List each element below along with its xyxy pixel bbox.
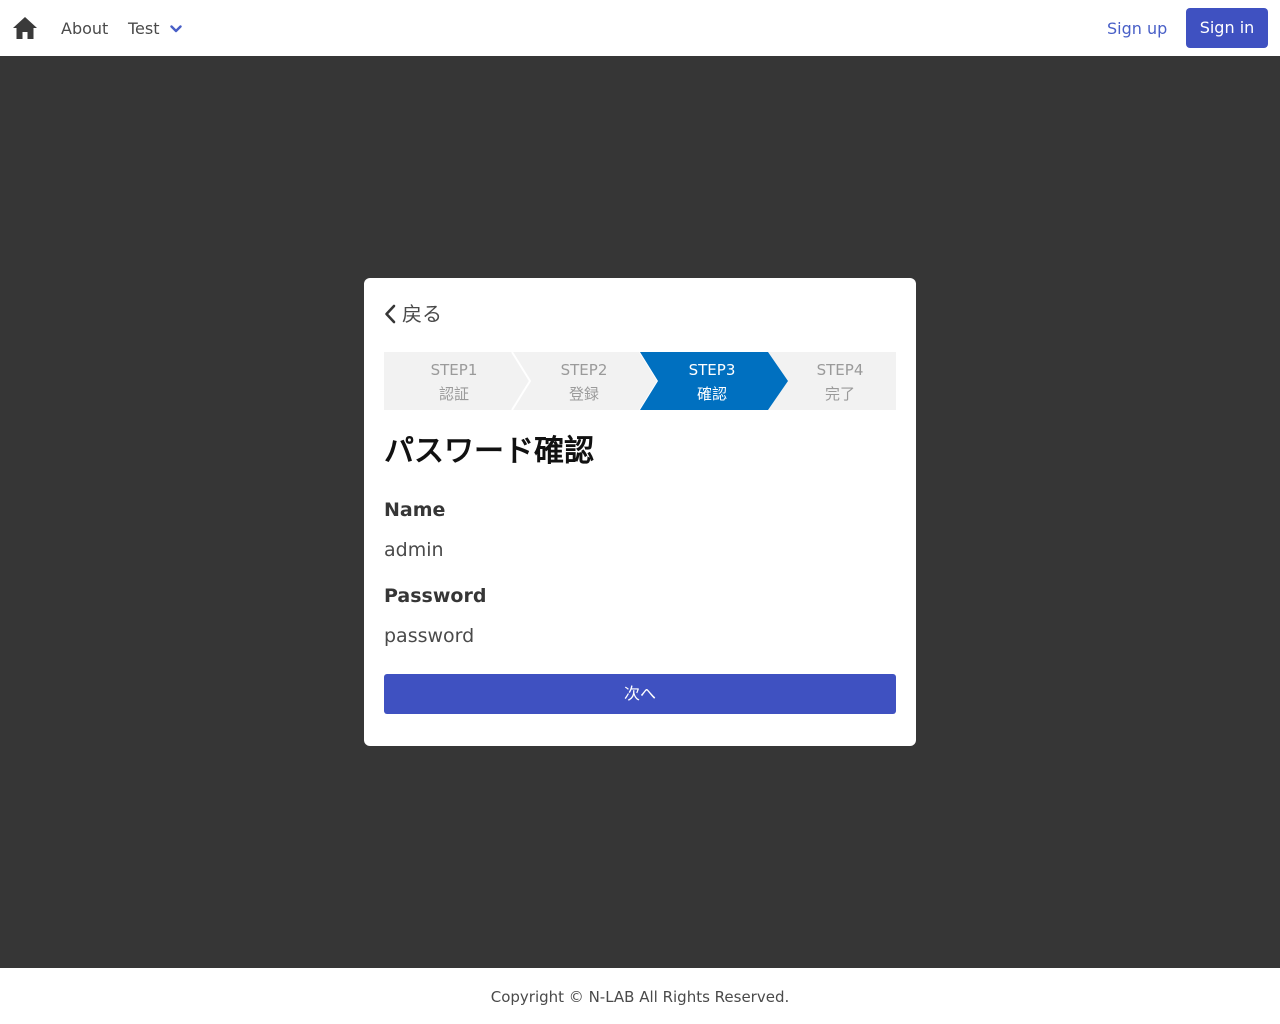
nav-test-label: Test xyxy=(128,19,160,38)
home-icon xyxy=(13,17,37,39)
signup-link[interactable]: Sign up xyxy=(1107,19,1167,39)
step-3-label: 確認 xyxy=(696,385,727,403)
step-1-number: STEP1 xyxy=(430,361,478,379)
step-2-number: STEP2 xyxy=(560,361,608,379)
password-field-value: password xyxy=(384,625,475,647)
footer: Copyright © N-LAB All Rights Reserved. xyxy=(0,968,1280,1024)
copyright-text: Copyright © N-LAB All Rights Reserved. xyxy=(490,988,790,1006)
name-field-value: admin xyxy=(384,539,444,561)
step-3-number: STEP3 xyxy=(688,361,736,379)
password-confirm-card: 戻る STEP1 認証 STEP2 登録 STEP3 確認 STEP4 完了 パ… xyxy=(364,278,916,746)
nav-about[interactable]: About xyxy=(61,19,108,39)
step-1-label: 認証 xyxy=(438,385,469,403)
step-2: STEP2 登録 xyxy=(520,352,648,410)
step-1: STEP1 認証 xyxy=(390,352,518,410)
step-3: STEP3 確認 xyxy=(648,352,776,410)
step-2-label: 登録 xyxy=(568,385,599,403)
navbar: About Test Sign up Sign in xyxy=(0,0,1280,56)
home-link[interactable] xyxy=(12,16,38,40)
next-button[interactable]: 次へ xyxy=(384,674,896,714)
back-link[interactable]: 戻る xyxy=(384,302,442,326)
back-label: 戻る xyxy=(402,302,442,326)
chevron-left-icon xyxy=(385,304,396,324)
step-4: STEP4 完了 xyxy=(776,352,904,410)
name-field-label: Name xyxy=(384,499,446,521)
page-title: パスワード確認 xyxy=(384,434,594,469)
signin-button[interactable]: Sign in xyxy=(1186,8,1268,48)
step-4-number: STEP4 xyxy=(816,361,864,379)
nav-test-dropdown[interactable]: Test xyxy=(128,19,182,39)
step-progress: STEP1 認証 STEP2 登録 STEP3 確認 STEP4 完了 xyxy=(384,352,896,410)
chevron-down-icon xyxy=(169,25,182,33)
password-field-label: Password xyxy=(384,585,487,607)
step-4-label: 完了 xyxy=(824,385,855,403)
